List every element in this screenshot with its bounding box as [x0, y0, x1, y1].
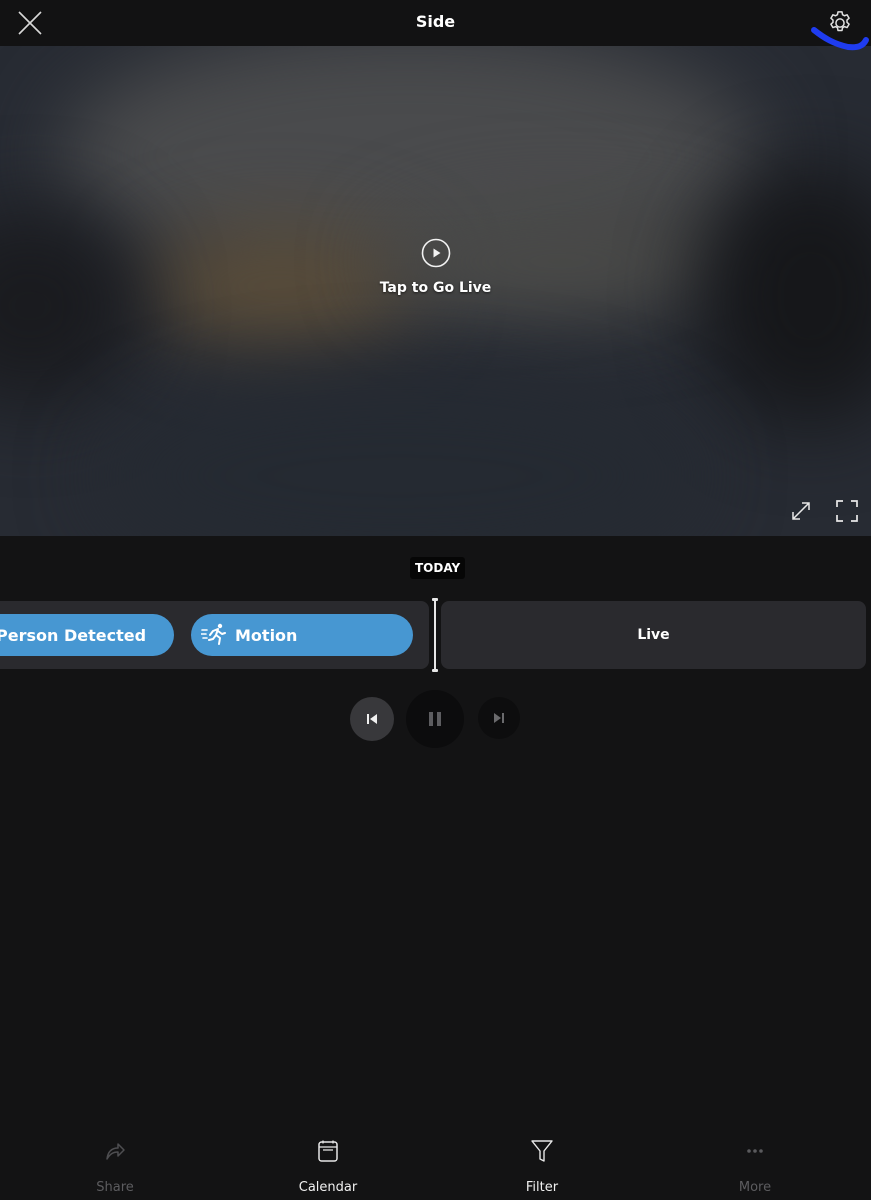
skip-next-icon [494, 713, 504, 723]
filter-icon [531, 1140, 553, 1162]
event-person-detected[interactable]: Person Detected [0, 614, 174, 656]
go-live-overlay[interactable]: Tap to Go Live [0, 238, 871, 296]
settings-button[interactable] [826, 9, 854, 37]
page-title: Side [415, 12, 456, 31]
filter-button[interactable]: Filter [482, 1130, 602, 1200]
calendar-label: Calendar [298, 1180, 358, 1195]
event-label: Person Detected [0, 625, 147, 645]
next-button[interactable] [478, 697, 520, 739]
fullscreen-button[interactable] [834, 498, 860, 524]
previous-button[interactable] [350, 697, 394, 741]
calendar-icon [318, 1140, 338, 1162]
expand-arrows-icon [792, 502, 810, 520]
gear-icon [830, 11, 850, 32]
expand-button[interactable] [788, 498, 814, 524]
more-label: More [738, 1180, 772, 1195]
go-live-text: Tap to Go Live [379, 280, 492, 296]
bottom-toolbar: Share Calendar Filter More [0, 1130, 871, 1200]
more-dots-icon [747, 1149, 763, 1153]
pause-button[interactable] [406, 690, 464, 748]
play-circle-icon [421, 238, 450, 268]
skip-previous-icon [367, 714, 377, 724]
pause-icon [429, 712, 441, 726]
top-bar: Side [0, 0, 871, 46]
event-motion[interactable]: Motion [191, 614, 413, 656]
fullscreen-icon [836, 500, 858, 522]
events-track[interactable]: Person Detected Motion [0, 601, 429, 669]
timeline-scrubber[interactable] [432, 598, 438, 672]
live-label: Live [637, 627, 670, 643]
date-badge: TODAY [410, 557, 466, 579]
event-label: Motion [235, 625, 298, 645]
video-preview[interactable]: Tap to Go Live [0, 46, 871, 536]
more-button[interactable]: More [695, 1130, 815, 1200]
filter-label: Filter [525, 1180, 559, 1195]
live-segment[interactable]: Live [441, 601, 866, 669]
share-icon [106, 1143, 125, 1160]
calendar-button[interactable]: Calendar [268, 1130, 388, 1200]
running-person-icon [201, 623, 226, 645]
share-label: Share [96, 1180, 134, 1195]
share-button[interactable]: Share [55, 1130, 175, 1200]
